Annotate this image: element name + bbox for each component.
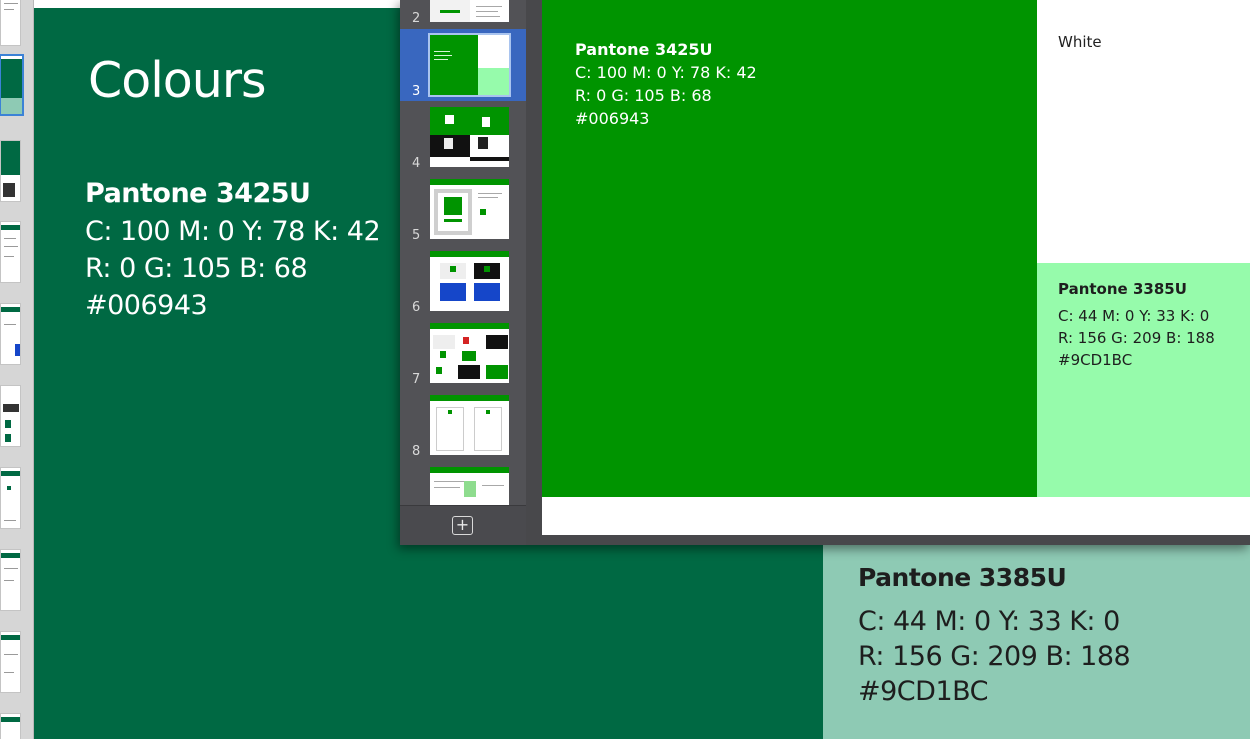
bg-slide-thumbnail[interactable]: [0, 140, 21, 202]
slide-thumbnail-4[interactable]: 4: [400, 101, 526, 173]
secondary-colour-spec: Pantone 3385U C: 44 M: 0 Y: 33 K: 0 R: 1…: [858, 563, 1131, 709]
slide-thumbnail-2[interactable]: 2: [400, 0, 526, 28]
slide-thumbnail-8[interactable]: 8: [400, 389, 526, 461]
bg-slide-thumbnail[interactable]: [0, 549, 21, 611]
slide-number: 2: [412, 11, 421, 26]
background-slide-top-edge: [34, 0, 400, 8]
slide-number: 5: [412, 228, 421, 243]
secondary-colour-name: Pantone 3385U: [1058, 280, 1187, 298]
presentation-window: 2 3 4 5 6 7 8 + Pantone 3425U C: 100 M: …: [400, 0, 1250, 545]
slide-preview: [430, 323, 509, 383]
white-colour-label: White: [1058, 33, 1102, 51]
slide-thumbnail-9[interactable]: 9: [400, 461, 526, 505]
primary-colour-name: Pantone 3425U: [575, 40, 713, 59]
slide-navigator[interactable]: 2 3 4 5 6 7 8 +: [400, 0, 526, 545]
primary-colour-spec: Pantone 3425U C: 100 M: 0 Y: 78 K: 42 R:…: [575, 40, 757, 130]
secondary-colour-hex: #9CD1BC: [858, 676, 989, 707]
bg-slide-thumbnail[interactable]: [0, 221, 21, 283]
secondary-colour-rgb: R: 156 G: 209 B: 188: [858, 641, 1131, 672]
slide-preview: [428, 33, 511, 97]
bg-slide-thumbnail[interactable]: [0, 385, 21, 447]
primary-colour-rgb: R: 0 G: 105 B: 68: [85, 253, 308, 284]
secondary-colour-spec: Pantone 3385U C: 44 M: 0 Y: 33 K: 0 R: 1…: [1058, 280, 1215, 371]
slide-number: 8: [412, 444, 421, 459]
bg-slide-thumbnail[interactable]: [0, 467, 21, 529]
slide-preview: [430, 467, 509, 505]
primary-colour-rgb: R: 0 G: 105 B: 68: [575, 86, 712, 105]
slide-number: 6: [412, 300, 421, 315]
primary-colour-cmyk: C: 100 M: 0 Y: 78 K: 42: [575, 63, 757, 82]
secondary-colour-rgb: R: 156 G: 209 B: 188: [1058, 329, 1215, 347]
slide-thumbnail-7[interactable]: 7: [400, 317, 526, 389]
primary-colour-hex: #006943: [85, 290, 208, 321]
slide-preview: [430, 0, 509, 22]
slide-number: 4: [412, 156, 421, 171]
secondary-colour-cmyk: C: 44 M: 0 Y: 33 K: 0: [858, 606, 1120, 637]
add-slide-button[interactable]: +: [452, 516, 473, 535]
bg-slide-thumbnail-selected[interactable]: [0, 54, 24, 116]
secondary-colour-cmyk: C: 44 M: 0 Y: 33 K: 0: [1058, 307, 1210, 325]
slide-thumbnail-5[interactable]: 5: [400, 173, 526, 245]
navigator-footer: +: [400, 505, 526, 545]
primary-colour-hex: #006943: [575, 109, 650, 128]
slide-thumbnail-3[interactable]: 3: [400, 29, 526, 101]
slide-title: Colours: [88, 52, 267, 109]
current-slide[interactable]: Pantone 3425U C: 100 M: 0 Y: 78 K: 42 R:…: [542, 0, 1250, 535]
secondary-colour-hex: #9CD1BC: [1058, 351, 1133, 369]
secondary-colour-name: Pantone 3385U: [858, 563, 1067, 592]
primary-colour-cmyk: C: 100 M: 0 Y: 78 K: 42: [85, 216, 381, 247]
primary-colour-name: Pantone 3425U: [85, 178, 311, 209]
bg-slide-thumbnail[interactable]: [0, 631, 21, 693]
slide-top-edge: [1037, 0, 1250, 14]
slide-preview: [430, 107, 509, 167]
slide-preview: [430, 251, 509, 311]
slide-number: 7: [412, 372, 421, 387]
slide-navigator-list[interactable]: 2 3 4 5 6 7 8: [400, 0, 526, 505]
slide-preview: [430, 179, 509, 239]
background-slide-navigator[interactable]: [0, 0, 34, 739]
white-colour-swatch: [1037, 14, 1250, 263]
slide-canvas[interactable]: Pantone 3425U C: 100 M: 0 Y: 78 K: 42 R:…: [526, 0, 1250, 545]
slide-preview: [430, 395, 509, 455]
bg-slide-thumbnail[interactable]: [0, 713, 21, 739]
slide-thumbnail-6[interactable]: 6: [400, 245, 526, 317]
primary-colour-spec: Pantone 3425U C: 100 M: 0 Y: 78 K: 42 R:…: [85, 178, 381, 324]
slide-number: 3: [412, 84, 421, 99]
bg-slide-thumbnail[interactable]: [0, 303, 21, 365]
bg-slide-thumbnail[interactable]: [0, 0, 21, 46]
